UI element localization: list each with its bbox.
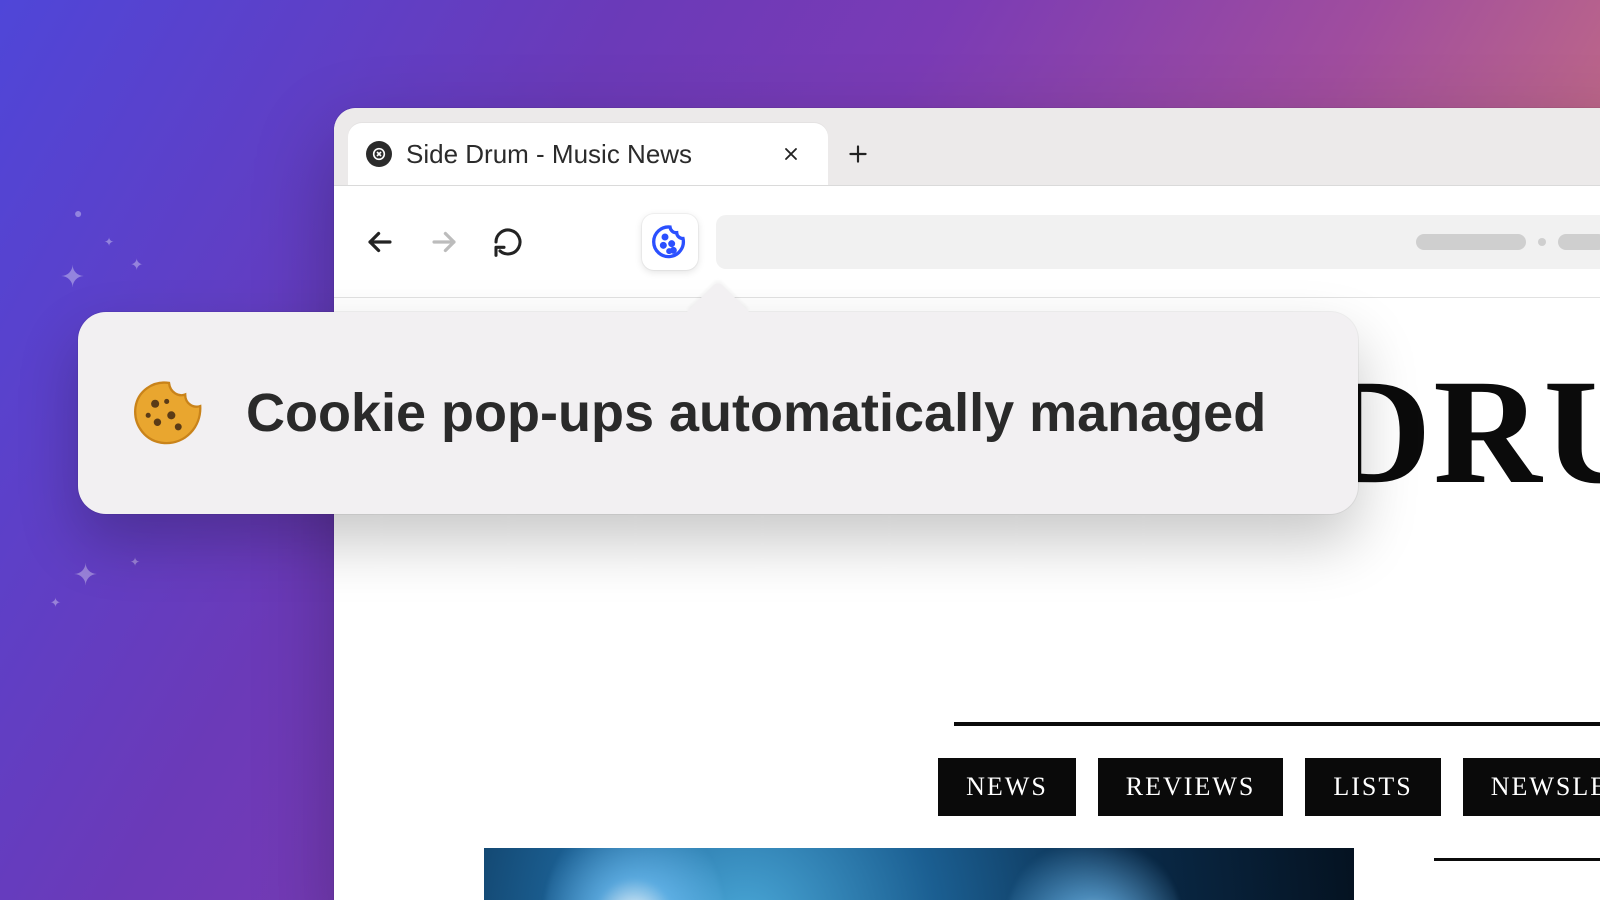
divider	[1434, 858, 1600, 861]
nav-lists[interactable]: LISTS	[1305, 758, 1440, 816]
sparkle-icon: ✦	[60, 260, 85, 295]
site-masthead: DRU	[1323, 346, 1600, 518]
browser-tab[interactable]: Side Drum - Music News	[348, 123, 828, 185]
nav-newsletter[interactable]: NEWSLET	[1463, 758, 1600, 816]
desktop-background: ✦ ✦ ✦ ● ✦ ✦ ✦ Side Drum - Music News	[0, 0, 1600, 900]
cookie-popover: Cookie pop-ups automatically managed	[78, 312, 1358, 514]
cookie-icon	[132, 376, 206, 450]
sparkle-icon: ✦	[73, 558, 98, 593]
sparkle-icon: ✦	[130, 555, 140, 569]
reload-button[interactable]	[488, 222, 528, 262]
url-placeholder	[1416, 234, 1526, 250]
site-nav: NEWS REVIEWS LISTS NEWSLET	[938, 758, 1600, 816]
article-hero-image	[484, 848, 1354, 900]
favicon-icon	[366, 141, 392, 167]
cookie-management-button[interactable]	[642, 214, 698, 270]
toolbar	[334, 186, 1600, 298]
back-button[interactable]	[360, 222, 400, 262]
new-tab-button[interactable]	[828, 123, 888, 185]
close-tab-button[interactable]	[776, 139, 806, 169]
popover-message: Cookie pop-ups automatically managed	[246, 382, 1266, 444]
sparkle-icon: ✦	[130, 255, 143, 275]
address-bar[interactable]	[716, 215, 1600, 269]
divider	[954, 722, 1600, 726]
forward-button[interactable]	[424, 222, 464, 262]
nav-reviews[interactable]: REVIEWS	[1098, 758, 1284, 816]
tab-title: Side Drum - Music News	[406, 139, 762, 170]
nav-news[interactable]: NEWS	[938, 758, 1076, 816]
address-bar-wrap	[642, 214, 1600, 270]
url-placeholder	[1538, 238, 1546, 246]
sparkle-icon: ●	[74, 205, 82, 221]
sparkle-icon: ✦	[50, 595, 61, 611]
tab-strip: Side Drum - Music News	[334, 108, 1600, 186]
sparkle-icon: ✦	[104, 235, 114, 249]
url-placeholder	[1558, 234, 1600, 250]
